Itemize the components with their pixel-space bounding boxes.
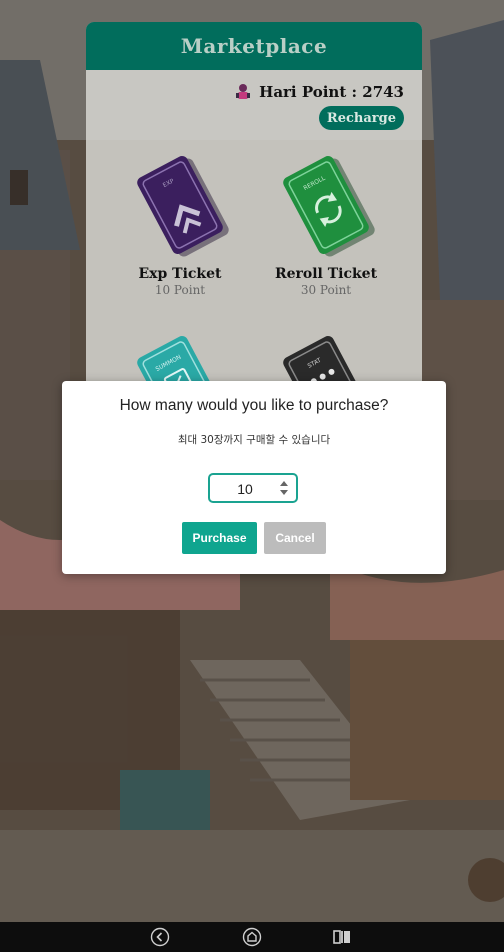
recents-icon[interactable] <box>332 927 352 947</box>
hari-point-display: Hari Point : 2743 <box>233 82 404 102</box>
ticket-exp[interactable]: EXP Exp Ticket 10 Point <box>110 150 250 297</box>
stepper-down-icon[interactable] <box>280 490 288 495</box>
purchase-button[interactable]: Purchase <box>182 522 257 554</box>
quantity-stepper[interactable]: 10 <box>208 473 298 503</box>
exp-ticket-icon: EXP <box>137 156 229 257</box>
dialog-title: How many would you like to purchase? <box>119 397 389 414</box>
hari-point-label: Hari Point : 2743 <box>259 83 404 101</box>
purchase-quantity-dialog: How many would you like to purchase? 최대 … <box>62 381 446 574</box>
character-avatar-icon <box>236 84 251 99</box>
back-icon[interactable] <box>150 927 170 947</box>
stepper-up-icon[interactable] <box>280 481 288 486</box>
marketplace-panel: Marketplace Hari Point : 2743 Recharge E… <box>86 22 422 412</box>
marketplace-title: Marketplace <box>86 22 422 70</box>
home-icon[interactable] <box>242 927 262 947</box>
ticket-name: Exp Ticket <box>138 266 222 282</box>
quantity-input[interactable]: 10 <box>210 475 280 501</box>
dialog-subtitle: 최대 30장까지 구매할 수 있습니다 <box>177 434 331 446</box>
system-navigation-bar <box>0 922 504 952</box>
reroll-ticket-icon: REROLL <box>283 156 375 257</box>
ticket-reroll[interactable]: REROLL Reroll Ticket 30 Point <box>256 150 396 297</box>
cancel-button[interactable]: Cancel <box>264 522 326 554</box>
ticket-price: 30 Point <box>300 283 352 297</box>
recharge-button[interactable]: Recharge <box>318 106 404 130</box>
ticket-name: Reroll Ticket <box>274 266 378 282</box>
ticket-price: 10 Point <box>154 283 206 297</box>
